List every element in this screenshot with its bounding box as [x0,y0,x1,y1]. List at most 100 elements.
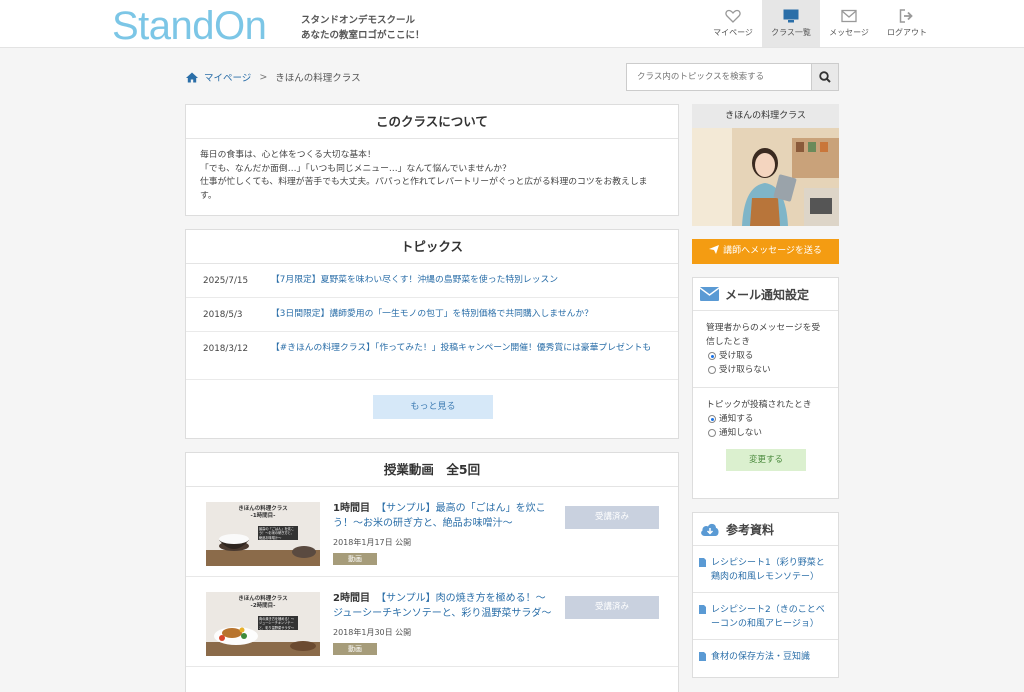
lesson-videos-title: 授業動画 全5回 [186,453,678,487]
reference-item[interactable]: レシピシート1（彩り野菜と鶏肉の和風レモンソテー） [693,546,838,593]
radio-not-receive-label: 受け取らない [719,365,771,375]
video-info: 2時間目 【サンプル】肉の焼き方を極める！～ジューシーチキンソテーと、彩り温野菜サ… [333,591,553,655]
video-info: 1時間目 【サンプル】最高の「ごはん」を炊こう！～お米の研ぎ方と、絶品お味噌汁～ … [333,501,553,565]
paper-plane-icon [709,245,720,254]
divider [693,387,838,388]
radio-selected-icon [708,415,716,423]
video-completed-status: 受講済み [565,506,659,529]
thumbnail-class-name: きほんの料理クラス [238,506,288,512]
reference-title: 参考資料 [726,522,775,537]
radio-not-receive[interactable]: 受け取らない [706,363,826,377]
mail-settings-form: 管理者からのメッセージを受信したとき 受け取る 受け取らない トピックが投稿され… [693,311,838,471]
thumbnail-note: 肉の焼き方を極める！～ジューシーチキンソテーと、彩り温野菜サラダ～ [258,616,298,630]
message-notify-question: 管理者からのメッセージを受信したとき [706,323,821,347]
video-type-badge: 動画 [333,553,377,565]
topic-row[interactable]: 2018/3/12 【#きほんの料理クラス】「作ってみた！」投稿キャンペーン開催… [186,332,678,380]
mail-notification-settings: メール通知設定 管理者からのメッセージを受信したとき 受け取る 受け取らない ト… [692,277,839,499]
document-icon [699,605,706,614]
video-publish-date: 2018年1月17日 公開 [333,538,412,547]
search-button[interactable] [812,63,839,91]
nav-mypage[interactable]: マイページ [704,0,762,47]
nav-mypage-label: マイページ [713,28,753,37]
radio-not-notify[interactable]: 通知しない [706,426,826,440]
topic-row[interactable]: 2018/5/3 【3日間限定】講師愛用の「一生モノの包丁」を特別価格で共同購入… [186,298,678,332]
heart-icon [725,9,741,23]
topic-date: 2018/3/12 [203,344,249,354]
topic-row[interactable]: 2025/7/15 【7月限定】夏野菜を味わい尽くす！沖縄の島野菜を使った特別レ… [186,264,678,298]
video-publish-date: 2018年1月30日 公開 [333,628,412,637]
message-instructor-button[interactable]: 講師へメッセージを送る [692,239,839,264]
thumbnail-lesson-number: -2時間目- [250,603,276,609]
main-nav: マイページ クラス一覧 メッセージ ログアウト [704,0,936,47]
save-settings-button[interactable]: 変更する [726,449,806,471]
video-type-badge: 動画 [333,643,377,655]
document-icon [699,652,706,661]
topic-link[interactable]: 【7月限定】夏野菜を味わい尽くす！沖縄の島野菜を使った特別レッスン [271,274,666,297]
monitor-icon [783,9,799,23]
reference-link[interactable]: レシピシート1（彩り野菜と鶏肉の和風レモンソテー） [711,556,833,584]
mail-settings-title: メール通知設定 [725,287,810,302]
about-line: 仕事が忙しくても、料理が苦手でも大丈夫。パパっと作れてレパートリーがぐっと広がる… [200,177,648,201]
thumbnail-class-name: きほんの料理クラス [238,596,288,602]
topic-search-input[interactable] [626,63,812,91]
school-tagline: スタンドオンデモスクール あなたの教室ロゴがここに！ [301,13,425,43]
reference-item[interactable]: 食材の保存方法・豆知識 [693,640,838,672]
radio-unselected-icon [708,366,716,374]
radio-selected-icon [708,352,716,360]
reference-item[interactable]: レシピシート2（きのことベーコンの和風アヒージョ） [693,593,838,640]
topic-notify-question: トピックが投稿されたとき [706,400,812,410]
instructor-photo [692,128,839,226]
topic-date: 2018/5/3 [203,310,243,320]
site-header: StandOn スタンドオンデモスクール あなたの教室ロゴがここに！ マイページ… [0,0,1024,48]
search-icon [819,71,831,83]
thumbnail-note: 最高の「ごはん」を炊こう！～お米の研ぎ方と、絶品お味噌汁～ [258,526,298,540]
thumbnail-caption: きほんの料理クラス -1時間目- [206,506,320,520]
video-row[interactable]: きほんの料理クラス -2時間目- 肉の焼き方を極める！～ジューシーチキンソテーと… [186,577,678,667]
topic-link[interactable]: 【#きほんの料理クラス】「作ってみた！」投稿キャンペーン開催！優秀賞には豪華プレ… [271,342,666,379]
cloud-download-icon [701,523,719,536]
breadcrumb-home-label: マイページ [204,73,252,84]
home-icon [186,72,198,82]
reference-materials: 参考資料 レシピシート1（彩り野菜と鶏肉の和風レモンソテー） レシピシート2（き… [692,512,839,678]
nav-class-list[interactable]: クラス一覧 [762,0,820,47]
breadcrumb-separator: > [259,71,268,83]
nav-logout[interactable]: ログアウト [878,0,936,47]
reference-header: 参考資料 [693,513,838,546]
nav-class-list-label: クラス一覧 [771,28,811,37]
radio-notify-label: 通知する [719,414,754,424]
envelope-icon [700,287,719,301]
message-instructor-label: 講師へメッセージを送る [723,246,822,256]
radio-receive[interactable]: 受け取る [706,349,826,363]
video-thumbnail[interactable]: きほんの料理クラス -2時間目- 肉の焼き方を極める！～ジューシーチキンソテーと… [206,592,320,656]
document-icon [699,558,706,567]
reference-link[interactable]: 食材の保存方法・豆知識 [711,650,810,664]
about-line: 「でも、なんだか面倒…」「いつも同じメニュー…」なんて悩んでいませんか？ [200,163,511,174]
more-topics-button[interactable]: もっと見る [373,395,493,419]
video-lesson-number: 1時間目 [333,503,370,514]
video-completed-status: 受講済み [565,596,659,619]
site-logo[interactable]: StandOn [112,4,267,48]
video-title[interactable]: 1時間目 【サンプル】最高の「ごはん」を炊こう！～お米の研ぎ方と、絶品お味噌汁～ [333,501,553,531]
topics-title: トピックス [186,230,678,264]
reference-link[interactable]: レシピシート2（きのことベーコンの和風アヒージョ） [711,603,833,631]
about-class-title: このクラスについて [186,105,678,139]
tagline-school-name: スタンドオンデモスクール [301,15,416,26]
about-line: 毎日の食事は、心と体をつくる大切な基本！ [200,150,376,160]
video-thumbnail[interactable]: きほんの料理クラス -1時間目- 最高の「ごはん」を炊こう！～お米の研ぎ方と、絶… [206,502,320,566]
video-title[interactable]: 2時間目 【サンプル】肉の焼き方を極める！～ジューシーチキンソテーと、彩り温野菜サ… [333,591,553,621]
mail-settings-header: メール通知設定 [693,278,838,311]
topics-panel: トピックス 2025/7/15 【7月限定】夏野菜を味わい尽くす！沖縄の島野菜を… [185,229,679,439]
topic-date: 2025/7/15 [203,276,249,286]
logout-icon [899,9,913,23]
video-row[interactable]: きほんの料理クラス -1時間目- 最高の「ごはん」を炊こう！～お米の研ぎ方と、絶… [186,487,678,577]
about-class-panel: このクラスについて 毎日の食事は、心と体をつくる大切な基本！ 「でも、なんだか面… [185,104,679,216]
radio-notify[interactable]: 通知する [706,412,826,426]
nav-messages[interactable]: メッセージ [820,0,878,47]
envelope-icon [841,9,857,23]
nav-logout-label: ログアウト [887,28,927,37]
topic-link[interactable]: 【3日間限定】講師愛用の「一生モノの包丁」を特別価格で共同購入しませんか？ [271,308,666,331]
video-lesson-number: 2時間目 [333,593,370,604]
class-card-title: きほんの料理クラス [692,104,839,128]
class-card: きほんの料理クラス [692,104,839,226]
breadcrumb-home[interactable]: マイページ [186,70,251,84]
